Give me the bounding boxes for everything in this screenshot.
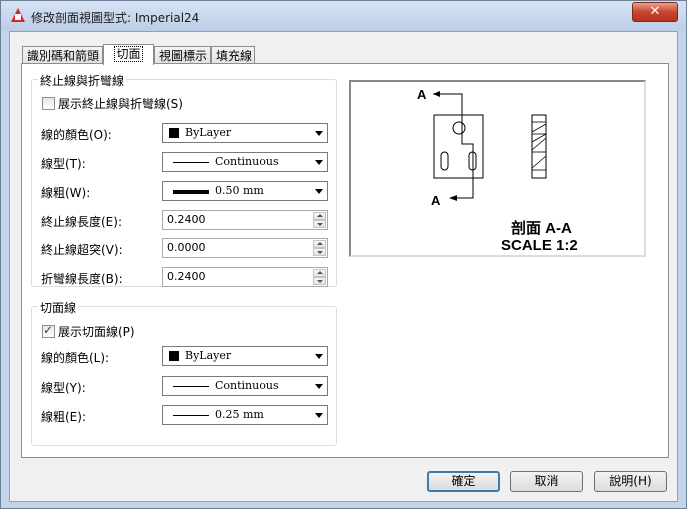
line-sample-icon xyxy=(173,386,209,387)
cutting-plane-group: 切面線 展示切面線(P) 線的顏色(L): ByLayer 線型(Y): Con… xyxy=(31,299,337,446)
break-color-label: 線的顏色(O): xyxy=(41,128,112,142)
show-break-lines-label[interactable]: 展示終止線與折彎線(S) xyxy=(58,95,183,112)
end-line-overshoot-label: 終止線超突(V): xyxy=(41,243,123,257)
spin-down-icon[interactable] xyxy=(313,277,326,285)
spin-up-icon[interactable] xyxy=(313,269,326,277)
color-swatch-icon xyxy=(169,128,179,138)
cutting-lineweight-select[interactable]: 0.25 mm xyxy=(162,405,328,425)
section-view-preview: A A 剖面 A-A SCALE 1:2 xyxy=(417,87,578,254)
chevron-down-icon xyxy=(315,131,323,136)
cutting-linetype-label: 線型(Y): xyxy=(41,381,86,395)
break-lineweight-select[interactable]: 0.50 mm xyxy=(162,181,328,201)
break-lines-group-title: 終止線與折彎線 xyxy=(38,72,127,89)
color-swatch-icon xyxy=(169,351,179,361)
window-title: 修改剖面視圖型式: Imperial24 xyxy=(31,11,200,25)
tab-panel: 終止線與折彎線 展示終止線與折彎線(S) 線的顏色(O): ByLayer 線型… xyxy=(21,63,669,458)
bend-line-length-spinner[interactable]: 0.2400 xyxy=(162,267,328,287)
cutting-color-label: 線的顏色(L): xyxy=(41,351,110,365)
chevron-down-icon xyxy=(315,160,323,165)
show-cutting-plane-label[interactable]: 展示切面線(P) xyxy=(58,323,135,340)
cancel-button[interactable]: 取消 xyxy=(510,471,583,492)
chevron-down-icon xyxy=(315,354,323,359)
cutting-color-select[interactable]: ByLayer xyxy=(162,346,328,366)
tab-view-label[interactable]: 視圖標示 xyxy=(154,46,211,64)
end-line-overshoot-spinner[interactable]: 0.0000 xyxy=(162,238,328,258)
dialog-body: 識別碼和箭頭 切面 視圖標示 填充線 終止線與折彎線 展示終止線與折彎線(S) … xyxy=(9,31,678,502)
cutting-plane-line xyxy=(433,93,474,199)
title-bar[interactable]: 修改剖面視圖型式: Imperial24 ✕ xyxy=(1,1,686,31)
part-hole xyxy=(452,121,466,135)
help-button[interactable]: 說明(H) xyxy=(594,471,667,492)
section-label-top: A xyxy=(417,87,427,102)
ok-button[interactable]: 確定 xyxy=(427,471,500,492)
autocad-logo-icon xyxy=(11,8,25,22)
spin-down-icon[interactable] xyxy=(313,220,326,228)
bend-line-length-label: 折彎線長度(B): xyxy=(41,272,123,286)
show-cutting-plane-checkbox[interactable] xyxy=(42,323,55,338)
close-button[interactable]: ✕ xyxy=(632,2,678,22)
chevron-down-icon xyxy=(315,413,323,418)
section-caption-title: 剖面 A-A xyxy=(511,219,572,237)
break-linetype-label: 線型(T): xyxy=(41,157,86,171)
spin-down-icon[interactable] xyxy=(313,248,326,256)
tab-hatch[interactable]: 填充線 xyxy=(211,46,255,64)
arrow-top-icon xyxy=(433,91,440,97)
break-color-select[interactable]: ByLayer xyxy=(162,123,328,143)
end-line-length-label: 終止線長度(E): xyxy=(41,215,122,229)
tab-identifier-and-arrows[interactable]: 識別碼和箭頭 xyxy=(22,46,103,64)
section-caption-scale: SCALE 1:2 xyxy=(501,237,578,254)
break-linetype-select[interactable]: Continuous xyxy=(162,152,328,172)
spin-up-icon[interactable] xyxy=(313,212,326,220)
chevron-down-icon xyxy=(315,189,323,194)
break-lines-group: 終止線與折彎線 展示終止線與折彎線(S) 線的顏色(O): ByLayer 線型… xyxy=(31,72,337,287)
dialog-window: 修改剖面視圖型式: Imperial24 ✕ 識別碼和箭頭 切面 視圖標示 填充… xyxy=(0,0,687,509)
cutting-linetype-select[interactable]: Continuous xyxy=(162,376,328,396)
show-break-lines-checkbox[interactable] xyxy=(42,97,55,110)
line-weight-sample-icon xyxy=(173,415,209,416)
part-slot-left xyxy=(440,151,449,171)
cutting-lineweight-label: 線粗(E): xyxy=(41,410,86,424)
section-label-bottom: A xyxy=(431,193,441,208)
line-sample-icon xyxy=(173,162,209,163)
section-strip xyxy=(531,114,547,179)
break-lineweight-label: 線粗(W): xyxy=(41,186,91,200)
end-line-length-spinner[interactable]: 0.2400 xyxy=(162,210,328,230)
line-weight-sample-icon xyxy=(173,190,209,194)
arrow-bottom-icon xyxy=(449,195,457,201)
preview-pane: A A 剖面 A-A SCALE 1:2 xyxy=(349,80,646,257)
spin-up-icon[interactable] xyxy=(313,240,326,248)
chevron-down-icon xyxy=(315,384,323,389)
section-hatch xyxy=(531,121,547,171)
cutting-plane-group-title: 切面線 xyxy=(38,299,79,316)
tab-cutting-plane[interactable]: 切面 xyxy=(103,44,154,65)
